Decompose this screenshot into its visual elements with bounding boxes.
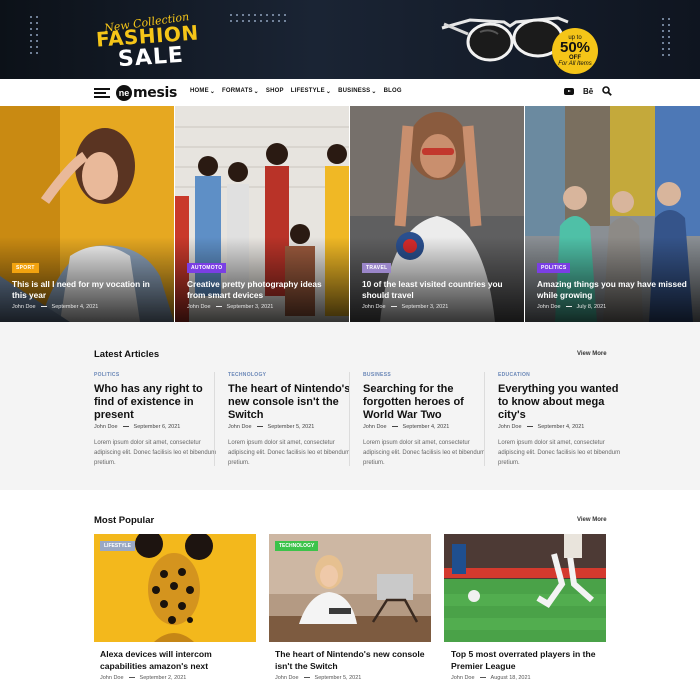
sunglasses-image [441, 16, 569, 62]
popular-view-more-link[interactable]: View More [577, 517, 607, 523]
hero-card[interactable]: SPORT This is all I need for my vocation… [0, 106, 174, 322]
decorative-dots [30, 16, 38, 54]
chevron-down-icon[interactable]: ⌄ [371, 88, 376, 95]
nav-item-formats[interactable]: FORMATS [222, 88, 253, 95]
hero-card[interactable]: TRAVEL 10 of the least visited countries… [350, 106, 524, 322]
column-divider [349, 372, 350, 466]
column-divider [484, 372, 485, 466]
article-title[interactable]: Who has any right to find of existence i… [94, 383, 219, 422]
latest-view-more-link[interactable]: View More [577, 351, 607, 357]
youtube-icon[interactable] [564, 87, 574, 95]
most-popular-heading: Most Popular [94, 515, 155, 526]
nav-item-shop[interactable]: SHOP [266, 88, 284, 95]
article-excerpt: Lorem ipsum dolor sit amet, consectetur … [363, 440, 486, 466]
article-title[interactable]: Everything you wanted to know about mega… [498, 383, 623, 422]
chevron-down-icon[interactable]: ⌄ [254, 88, 259, 95]
article-category[interactable]: POLITICS [94, 372, 219, 378]
decorative-dots [230, 14, 286, 22]
nav-item-business[interactable]: BUSINESS [338, 88, 370, 95]
article-excerpt: Lorem ipsum dolor sit amet, consectetur … [94, 440, 217, 466]
logo-mark: ne [116, 85, 132, 101]
hero-card[interactable]: AUTOMOTO Creative pretty photography ide… [175, 106, 349, 322]
post-meta: John Doe July 8, 2021 [537, 304, 607, 310]
category-badge[interactable]: POLITICS [537, 263, 571, 273]
hamburger-menu-icon[interactable] [94, 88, 110, 98]
article-excerpt: Lorem ipsum dolor sit amet, consectetur … [228, 440, 351, 466]
discount-tag: up to 50% OFF For All Items [552, 28, 598, 74]
column-divider [214, 372, 215, 466]
post-meta: John Doe September 5, 2021 [228, 424, 315, 430]
post-meta: John Doe September 3, 2021 [187, 304, 274, 310]
hero-card-title[interactable]: Amazing things you may have missed while… [537, 279, 689, 301]
popular-card-image[interactable] [444, 534, 606, 642]
article-category[interactable]: EDUCATION [498, 372, 623, 378]
popular-card-image[interactable]: TECHNOLOGY [269, 534, 431, 642]
nav-item-blog[interactable]: BLOG [384, 88, 402, 95]
category-badge[interactable]: TECHNOLOGY [275, 541, 319, 551]
category-badge[interactable]: LIFESTYLE [100, 541, 135, 551]
latest-articles-heading: Latest Articles [94, 349, 160, 360]
post-meta: John Doe September 5, 2021 [275, 675, 362, 681]
category-badge[interactable]: SPORT [12, 263, 39, 273]
nav-item-home[interactable]: HOME [190, 88, 209, 95]
promo-title-sale: SALE [117, 42, 185, 73]
article-title[interactable]: The heart of Nintendo's new console isn'… [228, 383, 353, 422]
post-meta: John Doe September 3, 2021 [362, 304, 449, 310]
hero-card-title[interactable]: Creative pretty photography ideas from s… [187, 279, 339, 301]
post-meta: John Doe August 18, 2021 [451, 675, 531, 681]
image-football-match [444, 534, 606, 642]
popular-post-title[interactable]: The heart of Nintendo's new console isn'… [275, 649, 430, 672]
logo-text: mesis [133, 85, 178, 101]
decorative-dots [662, 18, 670, 56]
search-icon[interactable] [602, 86, 613, 96]
hero-card-title[interactable]: 10 of the least visited countries you sh… [362, 279, 514, 301]
main-navbar: ne mesis HOME ⌄ FORMATS ⌄ SHOP LIFESTYLE ⌄ BUSI… [0, 79, 700, 106]
site-logo[interactable]: ne mesis [116, 84, 177, 102]
article-column: POLITICS Who has any right to find of ex… [94, 372, 219, 466]
hero-grid: SPORT This is all I need for my vocation… [0, 106, 700, 322]
nav-item-lifestyle[interactable]: LIFESTYLE [291, 88, 325, 95]
article-column: EDUCATION Everything you wanted to know … [498, 372, 623, 466]
popular-card-image[interactable]: LIFESTYLE [94, 534, 256, 642]
promo-banner[interactable]: New Collection FASHION SALE up to 50% OF… [0, 0, 700, 79]
post-meta: John Doe September 4, 2021 [498, 424, 585, 430]
post-meta: John Doe September 4, 2021 [363, 424, 450, 430]
category-badge[interactable]: TRAVEL [362, 263, 392, 273]
post-meta: John Doe September 6, 2021 [94, 424, 181, 430]
post-meta: John Doe September 2, 2021 [100, 675, 187, 681]
article-category[interactable]: TECHNOLOGY [228, 372, 353, 378]
main-menu: HOME ⌄ FORMATS ⌄ SHOP LIFESTYLE ⌄ BUSINESS ⌄ BLOG [190, 88, 402, 95]
hero-card-title[interactable]: This is all I need for my vocation in th… [12, 279, 164, 301]
popular-post-title[interactable]: Top 5 most overrated players in the Prem… [451, 649, 606, 672]
behance-icon[interactable]: Bē [583, 87, 593, 96]
post-meta: John Doe September 4, 2021 [12, 304, 99, 310]
article-column: BUSINESS Searching for the forgotten her… [363, 372, 488, 466]
article-excerpt: Lorem ipsum dolor sit amet, consectetur … [498, 440, 621, 466]
article-category[interactable]: BUSINESS [363, 372, 488, 378]
article-column: TECHNOLOGY The heart of Nintendo's new c… [228, 372, 353, 466]
category-badge[interactable]: AUTOMOTO [187, 263, 227, 273]
hero-card[interactable]: POLITICS Amazing things you may have mis… [525, 106, 700, 322]
chevron-down-icon[interactable]: ⌄ [210, 88, 215, 95]
nav-icons: Bē [564, 86, 613, 96]
article-title[interactable]: Searching for the forgotten heroes of Wo… [363, 383, 488, 422]
chevron-down-icon[interactable]: ⌄ [326, 88, 331, 95]
popular-post-title[interactable]: Alexa devices will intercom capabilities… [100, 649, 255, 672]
